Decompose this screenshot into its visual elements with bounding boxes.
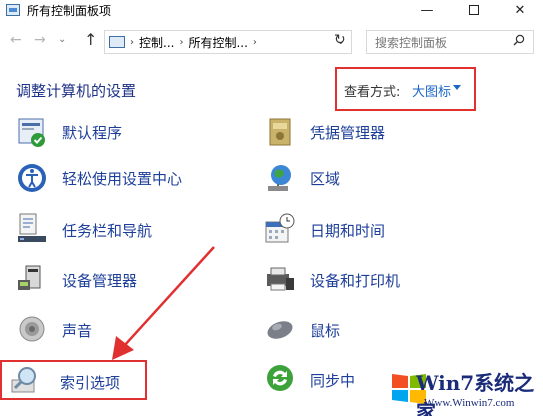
maximize-button[interactable] [451, 0, 497, 20]
watermark-url: Www.Winwin7.com [424, 397, 515, 409]
item-label: 任务栏和导航 [62, 222, 153, 240]
mouse-icon [267, 321, 293, 339]
back-button[interactable]: ← [10, 32, 22, 48]
region-icon [268, 165, 291, 191]
annotation-arrow [112, 246, 215, 360]
device-manager-icon [18, 265, 41, 290]
item-device-manager[interactable]: 设备管理器 [16, 262, 236, 302]
item-mouse[interactable]: 鼠标 [264, 312, 484, 352]
item-credential-manager[interactable]: 凭据管理器 [264, 116, 484, 156]
item-label: 日期和时间 [310, 222, 386, 240]
search-icon[interactable] [513, 34, 525, 46]
breadcrumb-separator: › [130, 36, 134, 48]
refresh-button[interactable]: ↻ [334, 32, 346, 48]
control-panel-icon [6, 4, 20, 16]
breadcrumb-separator[interactable]: › [253, 37, 257, 48]
minimize-button[interactable]: — [404, 0, 450, 20]
item-indexing-options[interactable]: 索引选项 [10, 364, 146, 404]
view-by-dropdown[interactable]: 大图标 [412, 81, 451, 100]
credential-manager-icon [269, 118, 291, 146]
item-label: 设备管理器 [62, 272, 138, 290]
item-devices-printers[interactable]: 设备和打印机 [264, 262, 494, 302]
address-bar[interactable]: › 控制... › 所有控制... › ⌄ [104, 30, 352, 54]
search-placeholder: 搜索控制面板 [375, 35, 448, 50]
navigation-bar: ← → ⌄ ↑ › 控制... › 所有控制... › ⌄ ↻ 搜索控制面板 [0, 26, 543, 58]
recent-locations-button[interactable]: ⌄ [58, 34, 66, 45]
ease-of-access-icon [18, 164, 46, 192]
breadcrumb-all-items[interactable]: 所有控制... [188, 34, 247, 51]
page-title: 调整计算机的设置 [16, 82, 137, 100]
date-time-icon [265, 213, 295, 243]
search-input[interactable]: 搜索控制面板 [366, 30, 534, 54]
devices-printers-icon [267, 267, 294, 291]
item-region[interactable]: 区域 [264, 162, 484, 202]
item-label: 设备和打印机 [310, 272, 401, 290]
item-taskbar-navigation[interactable]: 任务栏和导航 [16, 212, 236, 252]
breadcrumb-control-panel[interactable]: 控制... [139, 34, 174, 51]
control-panel-icon [109, 36, 125, 48]
item-sync-center[interactable]: 同步中 [264, 362, 384, 402]
up-button[interactable]: ↑ [84, 30, 97, 49]
item-label: 默认程序 [62, 124, 123, 142]
sound-icon [19, 316, 45, 342]
item-label: 凭据管理器 [310, 124, 386, 142]
close-button[interactable]: ✕ [497, 0, 543, 20]
breadcrumb-separator[interactable]: › [179, 37, 183, 48]
indexing-options-icon [11, 367, 36, 393]
window-title: 所有控制面板项 [27, 3, 112, 18]
maximize-icon [469, 5, 479, 15]
item-label: 鼠标 [310, 322, 341, 340]
item-sound[interactable]: 声音 [16, 312, 236, 352]
item-label: 区域 [310, 170, 341, 188]
item-label: 索引选项 [60, 374, 121, 392]
item-default-programs[interactable]: 默认程序 [16, 116, 236, 156]
forward-button[interactable]: → [34, 32, 46, 48]
item-ease-of-access[interactable]: 轻松使用设置中心 [16, 162, 236, 202]
default-programs-icon [18, 118, 45, 147]
item-label: 轻松使用设置中心 [62, 170, 183, 188]
item-label: 同步中 [310, 372, 356, 390]
item-label: 声音 [62, 322, 93, 340]
sync-center-icon [267, 365, 293, 391]
chevron-down-icon[interactable] [453, 85, 461, 90]
view-by-label: 查看方式: [344, 85, 401, 100]
item-date-time[interactable]: 日期和时间 [264, 212, 484, 252]
taskbar-icon [18, 213, 46, 242]
